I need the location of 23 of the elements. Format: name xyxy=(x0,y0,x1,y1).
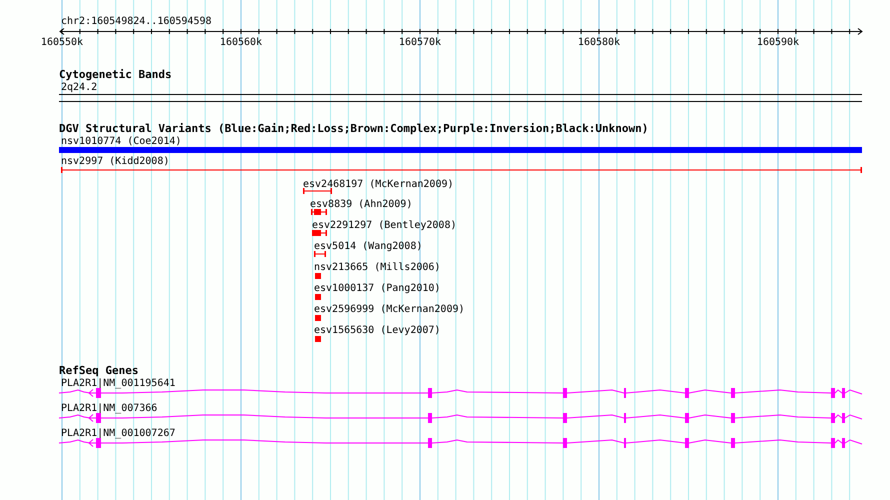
band-label: 2q24.2 xyxy=(61,82,98,93)
variant-label: esv1000137 (Pang2010) xyxy=(314,283,440,294)
gene-label: PLA2R1|NM_001007267 xyxy=(61,428,176,439)
tick-label: 160550k xyxy=(40,37,84,48)
variant-label: esv2291297 (Bentley2008) xyxy=(312,220,456,231)
variant-label: esv8839 (Ahn2009) xyxy=(310,199,412,210)
track-title: RefSeq Genes xyxy=(59,364,138,377)
tick-label: 160590k xyxy=(756,37,800,48)
variant-label: nsv2997 (Kidd2008) xyxy=(61,156,170,167)
track-title: Cytogenetic Bands xyxy=(59,68,172,81)
gene-label: PLA2R1|NM_007366 xyxy=(61,403,158,414)
region-label: chr2:160549824..160594598 xyxy=(61,16,212,27)
variant-label: esv1565630 (Levy2007) xyxy=(314,325,440,336)
variant-label: esv5014 (Wang2008) xyxy=(314,241,422,252)
track-title: DGV Structural Variants (Blue:Gain;Red:Loss;Brown:Complex;Purple:Inversion;Black:Unknown) xyxy=(59,122,648,135)
variant-label: esv2596999 (McKernan2009) xyxy=(314,304,465,315)
variant-label: esv2468197 (McKernan2009) xyxy=(303,179,454,190)
tick-label: 160580k xyxy=(578,37,620,48)
variant-label: nsv213665 (Mills2006) xyxy=(314,262,440,273)
tick-label: 160570k xyxy=(398,37,442,48)
tick-label: 160560k xyxy=(220,37,262,48)
variant-label: nsv1010774 (Coe2014) xyxy=(61,136,182,147)
gene-label: PLA2R1|NM_001195641 xyxy=(61,378,176,389)
